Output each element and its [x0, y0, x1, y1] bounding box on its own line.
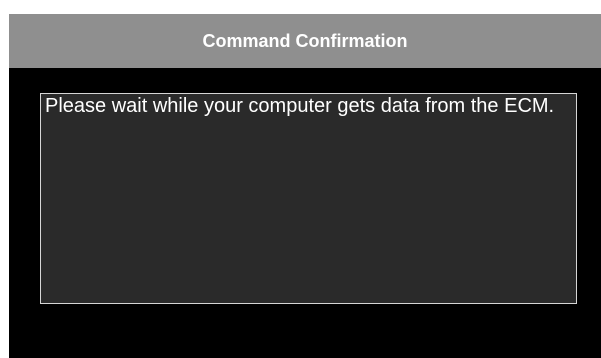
command-confirmation-dialog: Command Confirmation Please wait while y… — [9, 14, 601, 358]
dialog-title: Command Confirmation — [9, 14, 601, 68]
status-message: Please wait while your computer gets dat… — [40, 93, 577, 304]
